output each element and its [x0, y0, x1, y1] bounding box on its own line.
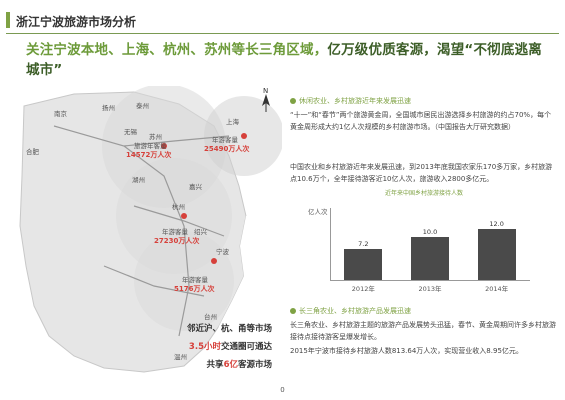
- x-axis: [330, 280, 530, 281]
- city-dot-hangzhou: [181, 213, 187, 219]
- bullet-icon: [290, 98, 296, 104]
- section1-heading-text: 休闲农业、乡村旅游近年来发展迅速: [299, 97, 411, 105]
- page-number: 0: [280, 386, 285, 394]
- share-prefix: 共享: [206, 360, 224, 370]
- stat-caption: 年游客量: [182, 276, 208, 284]
- city-label: 温州: [174, 353, 187, 361]
- north-label: N: [263, 87, 268, 95]
- city-label: 南京: [54, 110, 67, 118]
- stat-value: 25490万人次: [204, 145, 250, 153]
- chart-bar: [477, 228, 516, 280]
- headline-part1: 关注宁波本地、上海、杭州、苏州等长三角区域，: [26, 42, 328, 58]
- stat-caption: 旅游年客量: [134, 142, 167, 150]
- x-tick-label: 2012年: [351, 285, 375, 293]
- bar-value-label: 10.0: [422, 228, 438, 237]
- travel-time-desc: 交通圈可通达: [220, 342, 272, 352]
- share-amount: 6亿: [223, 360, 238, 370]
- section1-para2: 中国农业和乡村旅游近年来发展迅速，到2013年底我国农家乐170多万家，乡村旅游…: [290, 163, 553, 183]
- map-text-line3: 共享6亿客源市场: [207, 358, 272, 370]
- section2-para2: 2015年宁波市接待乡村旅游人数813.64万人次，实现营业收入8.95亿元。: [290, 347, 523, 355]
- stat-value: 14572万人次: [126, 151, 172, 159]
- chart-bar: [344, 249, 383, 280]
- map-text-line1: 邻近沪、杭、甬等市场: [186, 324, 272, 334]
- page-title: 浙江宁波旅游市场分析: [16, 15, 137, 29]
- title-accent: [6, 12, 10, 28]
- section2-para1: 长三角农业、乡村旅游主题的旅游产品发展势头迅猛，春节、黄金周期间许多乡村旅游接待…: [290, 321, 556, 341]
- chart-ylabel: 亿人次: [308, 208, 328, 216]
- city-label: 台州: [204, 313, 217, 321]
- stat-value: 5176万人次: [174, 285, 215, 293]
- headline: 关注宁波本地、上海、杭州、苏州等长三角区域，亿万级优质客源，渴望“不彻底逃离城市…: [26, 40, 546, 80]
- share-suffix: 客源市场: [237, 360, 272, 370]
- travel-time: 3.5小时: [188, 342, 221, 352]
- stat-value: 27230万人次: [154, 237, 200, 245]
- city-label: 湖州: [132, 176, 145, 184]
- city-label: 无锡: [124, 128, 137, 136]
- y-axis: [330, 208, 331, 280]
- x-tick-label: 2014年: [485, 285, 509, 293]
- bullet-icon: [290, 308, 296, 314]
- city-dot-ningbo: [211, 258, 217, 264]
- city-label: 宁波: [216, 248, 229, 256]
- city-label: 上海: [226, 118, 239, 126]
- section2-heading-text: 长三角农业、乡村旅游产品发展迅速: [299, 307, 411, 315]
- city-label: 杭州: [172, 203, 185, 211]
- section1-heading: 休闲农业、乡村旅游近年来发展迅速: [290, 96, 411, 106]
- stat-caption: 年游客量: [162, 228, 188, 236]
- chart-title: 近年来中国乡村旅游接待人数: [384, 190, 463, 197]
- map-text-line2: 3.5小时交通圈可通达: [189, 340, 272, 352]
- section2-heading: 长三角农业、乡村旅游产品发展迅速: [290, 306, 411, 316]
- stat-caption: 年游客量: [212, 136, 238, 144]
- city-dot-shanghai: [241, 133, 247, 139]
- section1-para1: “十一”和“春节”两个旅游黄金周，全国城市居民出游选择乡村旅游的约占70%，每个…: [290, 111, 552, 131]
- city-label: 绍兴: [194, 228, 207, 236]
- bar-value-label: 12.0: [489, 219, 504, 228]
- city-label: 合肥: [26, 148, 39, 156]
- bar-chart: 近年来中国乡村旅游接待人数 亿人次 7.2 2012年 10.0 2013年 12.0 2…: [290, 188, 558, 293]
- bar-value-label: 7.2: [358, 240, 369, 249]
- title-bar: 浙江宁波旅游市场分析: [6, 10, 559, 34]
- x-tick-label: 2013年: [418, 285, 442, 293]
- city-label: 泰州: [136, 102, 149, 110]
- region-map: N 南京 扬州 泰州 苏州 无锡 上海 杭州 宁波 台州 温州 湖州 嘉兴 合肥…: [14, 86, 282, 376]
- city-label: 扬州: [102, 104, 115, 112]
- city-label: 嘉兴: [189, 183, 202, 191]
- chart-bar: [411, 237, 449, 280]
